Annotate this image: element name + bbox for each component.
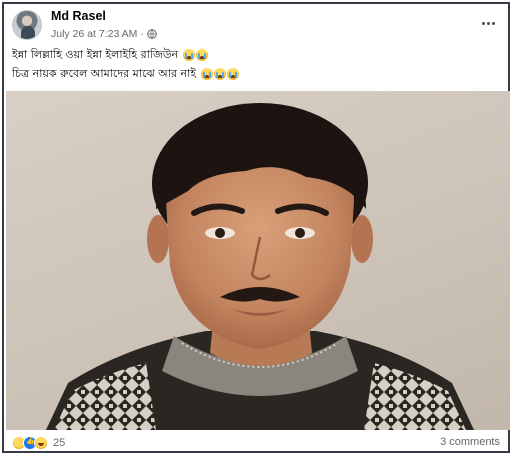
- portrait-illustration: [46, 103, 474, 430]
- post-header: Md Rasel July 26 at 7:23 AM ·: [10, 8, 502, 44]
- globe-icon: [147, 29, 157, 39]
- crying-face-icon: [201, 67, 214, 80]
- emoji-group-2: [201, 67, 240, 80]
- caption-line-1: ইন্না লিল্লাহি ওয়া ইন্না ইলাইহি রাজিউন: [12, 45, 500, 64]
- post-card: Md Rasel July 26 at 7:23 AM · ইন্না লিল্…: [2, 2, 510, 453]
- more-options-button[interactable]: [476, 14, 500, 32]
- avatar-figure: [21, 26, 35, 39]
- post-footer: 25 3 comments: [12, 436, 500, 452]
- crying-face-icon: [227, 67, 240, 80]
- comments-link[interactable]: 3 comments: [440, 436, 500, 448]
- haha-reaction-icon: [34, 436, 48, 450]
- post-timestamp[interactable]: July 26 at 7:23 AM: [51, 28, 137, 40]
- reaction-count: 25: [53, 437, 66, 449]
- dot-icon: [486, 21, 490, 25]
- author-name[interactable]: Md Rasel: [51, 9, 106, 23]
- dot-icon: [481, 21, 485, 25]
- caption-line-2: চিত্র নায়ক রুবেল আমাদের মাঝে আর নাই: [12, 64, 500, 83]
- crying-face-icon: [183, 48, 196, 61]
- reactions-summary[interactable]: 25: [12, 436, 65, 450]
- crying-face-icon: [214, 67, 227, 80]
- dot-icon: [491, 21, 495, 25]
- meta-separator: ·: [140, 28, 144, 40]
- post-photo[interactable]: [6, 91, 510, 430]
- crying-face-icon: [196, 48, 209, 61]
- caption-text-1: ইন্না লিল্লাহি ওয়া ইন্না ইলাইহি রাজিউন: [12, 48, 179, 61]
- caption-text-2: চিত্র নায়ক রুবেল আমাদের মাঝে আর নাই: [12, 67, 197, 80]
- post-caption: ইন্না লিল্লাহি ওয়া ইন্না ইলাইহি রাজিউন …: [12, 45, 500, 83]
- post-meta: July 26 at 7:23 AM ·: [51, 28, 157, 40]
- author-avatar[interactable]: [12, 10, 42, 40]
- emoji-group-1: [183, 48, 209, 61]
